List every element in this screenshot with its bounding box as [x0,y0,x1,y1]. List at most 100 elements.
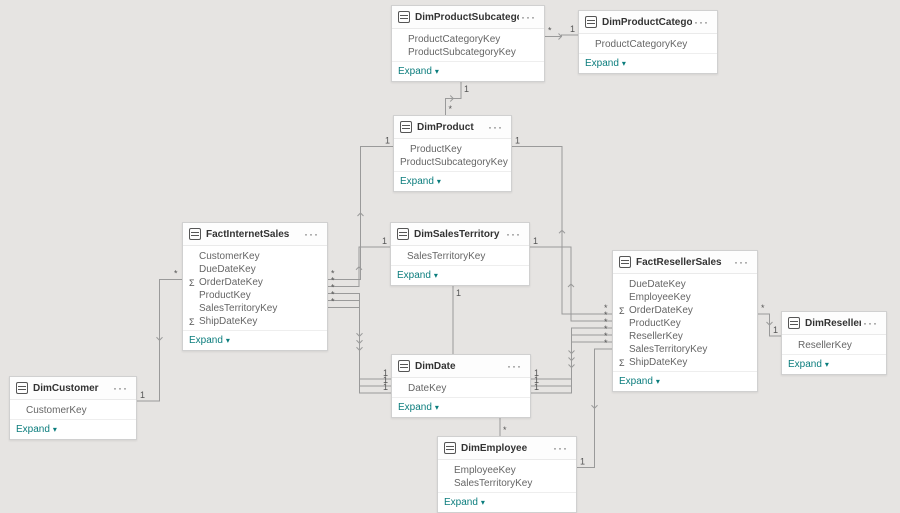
ellipsis-icon[interactable]: ··· [111,381,130,395]
table-header[interactable]: DimDate··· [392,355,530,378]
expand-toggle[interactable]: Expand▾ [10,419,136,439]
field-row[interactable]: ResellerKey [788,339,880,352]
ellipsis-icon[interactable]: ··· [504,227,523,241]
svg-text:1: 1 [385,136,390,146]
chevron-down-icon: ▾ [622,59,626,68]
table-DimProductCategory[interactable]: DimProductCategory··· ProductCategoryKey E… [578,10,718,74]
diagram-canvas[interactable]: *1*1*1*1*1*1*1*1*1*1*1*1*1*1*1*1 DimProd… [0,0,900,507]
field-list: DueDateKeyEmployeeKeyΣOrderDateKeyProduc… [613,274,757,371]
field-list: ProductKeyProductSubcategoryKey [394,139,511,171]
field-row[interactable]: SalesTerritoryKey [189,302,321,315]
table-header[interactable]: DimProductCategory··· [579,11,717,34]
field-row[interactable]: SalesTerritoryKey [619,343,751,356]
field-row[interactable]: ΣShipDateKey [619,356,751,369]
expand-toggle[interactable]: Expand▾ [391,265,529,285]
expand-toggle[interactable]: Expand▾ [183,330,327,350]
field-row[interactable]: ΣOrderDateKey [189,276,321,289]
field-row[interactable]: ProductCategoryKey [398,33,538,46]
field-name-label: SalesTerritoryKey [629,344,751,355]
field-row[interactable]: ProductSubcategoryKey [400,156,505,169]
ellipsis-icon[interactable]: ··· [505,359,524,373]
field-name-label: DueDateKey [199,264,321,275]
field-row[interactable]: ProductKey [189,289,321,302]
svg-text:1: 1 [515,136,520,146]
expand-toggle[interactable]: Expand▾ [392,397,530,417]
sigma-icon: Σ [619,306,629,316]
expand-label: Expand [189,335,223,346]
svg-text:*: * [174,269,178,279]
ellipsis-icon[interactable]: ··· [692,15,711,29]
field-row[interactable]: ProductCategoryKey [585,38,711,51]
field-row[interactable]: ΣOrderDateKey [619,304,751,317]
field-row[interactable]: ProductKey [400,143,505,156]
field-row[interactable]: EmployeeKey [444,464,570,477]
field-row[interactable]: ProductKey [619,317,751,330]
field-list: EmployeeKeySalesTerritoryKey [438,460,576,492]
field-row[interactable]: CustomerKey [16,404,130,417]
svg-text:*: * [331,290,335,300]
ellipsis-icon[interactable]: ··· [486,120,505,134]
svg-text:*: * [449,104,453,114]
chevron-down-icon: ▾ [825,360,829,369]
field-row[interactable]: SalesTerritoryKey [397,250,523,263]
table-header[interactable]: DimProductSubcategory··· [392,6,544,29]
field-list: SalesTerritoryKey [391,246,529,265]
ellipsis-icon[interactable]: ··· [551,441,570,455]
table-header[interactable]: FactInternetSales··· [183,223,327,246]
chevron-down-icon: ▾ [435,67,439,76]
field-row[interactable]: DueDateKey [619,278,751,291]
table-DimProduct[interactable]: DimProduct···ProductKeyProductSubcategor… [393,115,512,192]
table-name-label: FactInternetSales [206,229,302,240]
ellipsis-icon[interactable]: ··· [732,255,751,269]
table-name-label: DimDate [415,361,505,372]
svg-text:1: 1 [534,368,539,378]
table-header[interactable]: DimProduct··· [394,116,511,139]
field-name-label: ShipDateKey [629,357,751,368]
table-DimReseller[interactable]: DimReseller··· ResellerKey Expand▾ [781,311,887,375]
expand-toggle[interactable]: Expand▾ [392,61,544,81]
table-name-label: DimProduct [417,122,486,133]
table-header[interactable]: DimEmployee··· [438,437,576,460]
ellipsis-icon[interactable]: ··· [861,316,880,330]
chevron-down-icon: ▾ [434,271,438,280]
ellipsis-icon[interactable]: ··· [519,10,538,24]
table-header[interactable]: DimCustomer··· [10,377,136,400]
table-icon [16,382,28,394]
field-row[interactable]: SalesTerritoryKey [444,477,570,490]
field-name-label: OrderDateKey [629,305,751,316]
field-name-label: CustomerKey [26,405,130,416]
table-DimEmployee[interactable]: DimEmployee···EmployeeKeySalesTerritoryK… [437,436,577,513]
field-name-label: ResellerKey [798,340,880,351]
svg-text:*: * [548,26,552,36]
field-row[interactable]: ΣShipDateKey [189,315,321,328]
table-icon [398,360,410,372]
expand-toggle[interactable]: Expand▾ [613,371,757,391]
field-row[interactable]: CustomerKey [189,250,321,263]
field-row[interactable]: DueDateKey [189,263,321,276]
table-DimProductSubcategory[interactable]: DimProductSubcategory··· ProductCategoryK… [391,5,545,82]
expand-toggle[interactable]: Expand▾ [782,354,886,374]
table-FactInternetSales[interactable]: FactInternetSales··· CustomerKeyDueDateKe… [182,222,328,351]
field-row[interactable]: ProductSubcategoryKey [398,46,538,59]
svg-text:1: 1 [533,236,538,246]
table-icon [400,121,412,133]
sigma-icon: Σ [189,278,199,288]
field-row[interactable]: EmployeeKey [619,291,751,304]
field-row[interactable]: DateKey [398,382,524,395]
table-header[interactable]: DimReseller··· [782,312,886,335]
field-row[interactable]: ResellerKey [619,330,751,343]
table-header[interactable]: DimSalesTerritory··· [391,223,529,246]
expand-toggle[interactable]: Expand▾ [394,171,511,191]
table-DimCustomer[interactable]: DimCustomer··· CustomerKey Expand▾ [9,376,137,440]
field-name-label: SalesTerritoryKey [199,303,321,314]
svg-text:1: 1 [140,390,145,400]
table-DimSalesTerritory[interactable]: DimSalesTerritory··· SalesTerritoryKey Exp… [390,222,530,286]
ellipsis-icon[interactable]: ··· [302,227,321,241]
table-header[interactable]: FactResellerSales··· [613,251,757,274]
table-DimDate[interactable]: DimDate··· DateKey Expand▾ [391,354,531,418]
expand-toggle[interactable]: Expand▾ [579,53,717,73]
table-FactResellerSales[interactable]: FactResellerSales··· DueDateKeyEmployeeKe… [612,250,758,392]
expand-label: Expand [585,58,619,69]
chevron-down-icon: ▾ [437,177,441,186]
expand-toggle[interactable]: Expand▾ [438,492,576,512]
